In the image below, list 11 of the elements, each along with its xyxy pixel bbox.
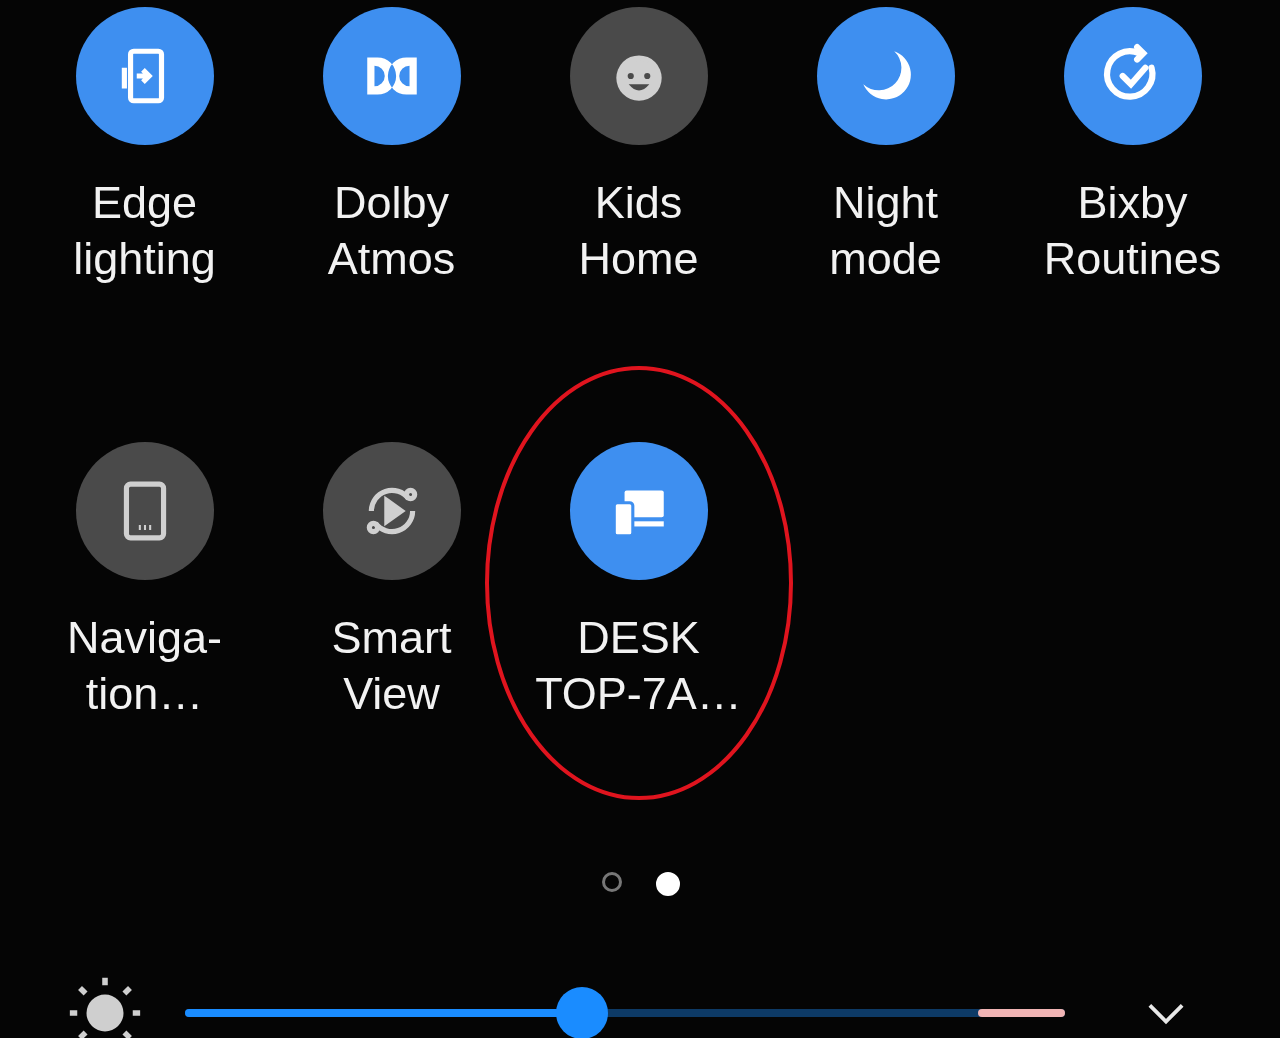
tile-label: Edge lighting [73, 176, 216, 286]
tile-label: Naviga- tion… [66, 611, 223, 721]
tile-label: DESK TOP-7A… [535, 611, 742, 721]
tile-label: Smart View [331, 611, 452, 721]
tile-label: Night mode [829, 176, 942, 286]
tile-label: Dolby Atmos [327, 176, 456, 286]
tile-label: Bixby Routines [1043, 176, 1222, 286]
sun-icon [68, 976, 142, 1038]
page-indicator-dot[interactable] [601, 872, 622, 892]
tile-label: Kids Home [578, 176, 699, 286]
chevron-down-icon[interactable] [1147, 1001, 1185, 1025]
